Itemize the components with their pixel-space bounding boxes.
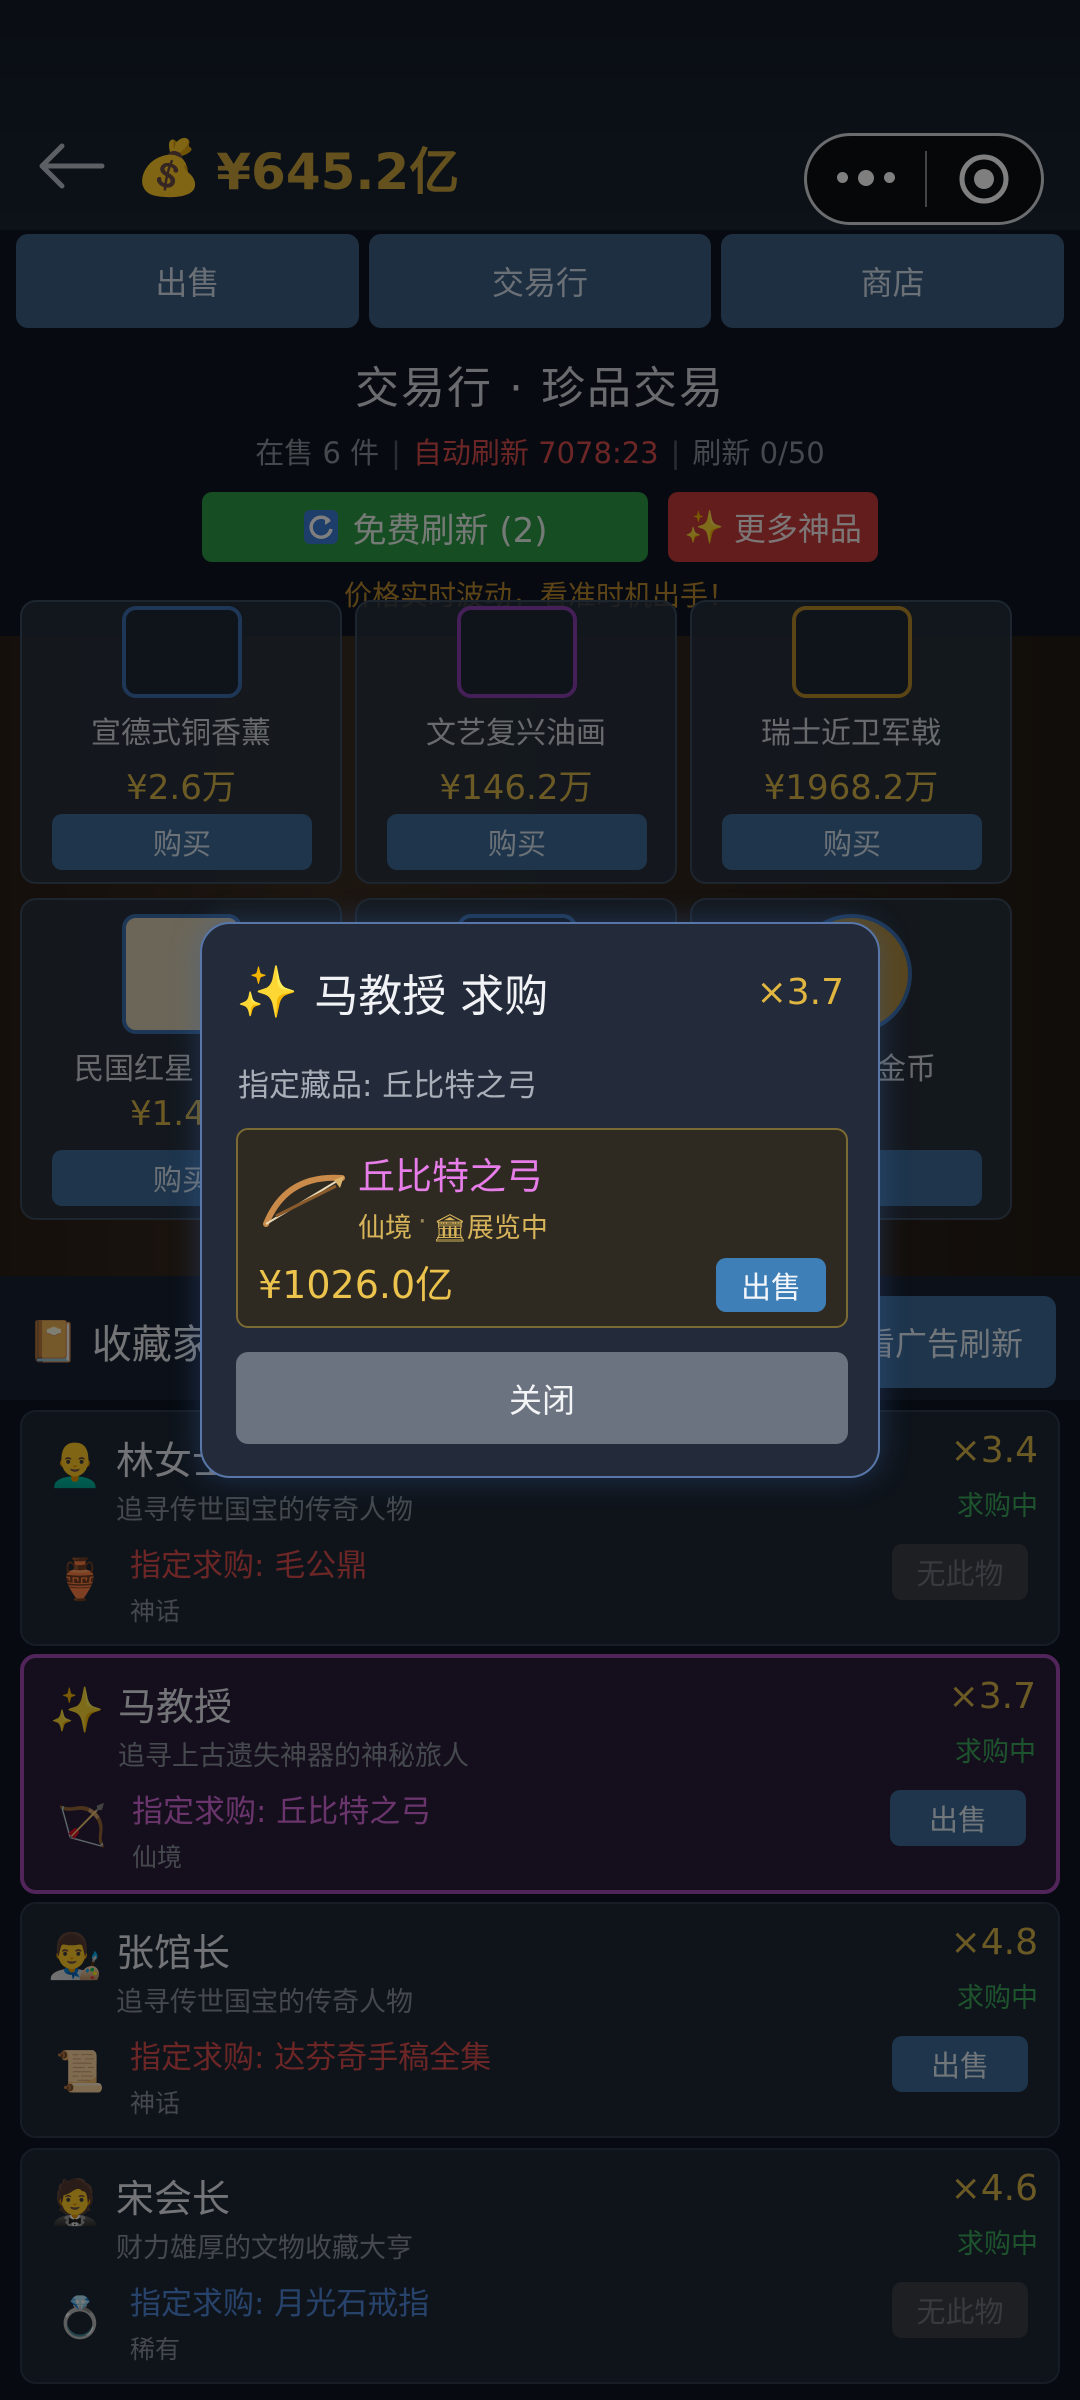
bow-icon: [263, 1174, 345, 1227]
modal-close-button[interactable]: 关闭: [236, 1352, 848, 1444]
modal-subtitle: 指定藏品: 丘比特之弓: [238, 1068, 538, 1104]
modal-sell-button[interactable]: 出售: [716, 1258, 826, 1312]
modal-title: ✨ 马教授 求购: [236, 960, 548, 1024]
modal-item-rarity: 仙境: [358, 1213, 412, 1244]
modal-item-status: 🏛展览中: [432, 1213, 548, 1244]
meta-dot: ·: [418, 1206, 427, 1237]
modal-item-price: ¥1026.0亿: [258, 1263, 454, 1307]
sparkles-icon: ✨: [236, 962, 299, 1021]
modal-item-card: 丘比特之弓 仙境 · 🏛展览中 ¥1026.0亿 出售: [236, 1128, 848, 1328]
purchase-request-modal: ✨ 马教授 求购 ×3.7 指定藏品: 丘比特之弓 丘比特之弓 仙境 · 🏛展览…: [200, 922, 880, 1478]
modal-item-name: 丘比特之弓: [358, 1155, 543, 1198]
modal-multiplier: ×3.7: [756, 972, 844, 1013]
modal-item-meta: 仙境 · 🏛展览中: [358, 1206, 548, 1245]
modal-title-text: 马教授 求购: [314, 971, 549, 1022]
